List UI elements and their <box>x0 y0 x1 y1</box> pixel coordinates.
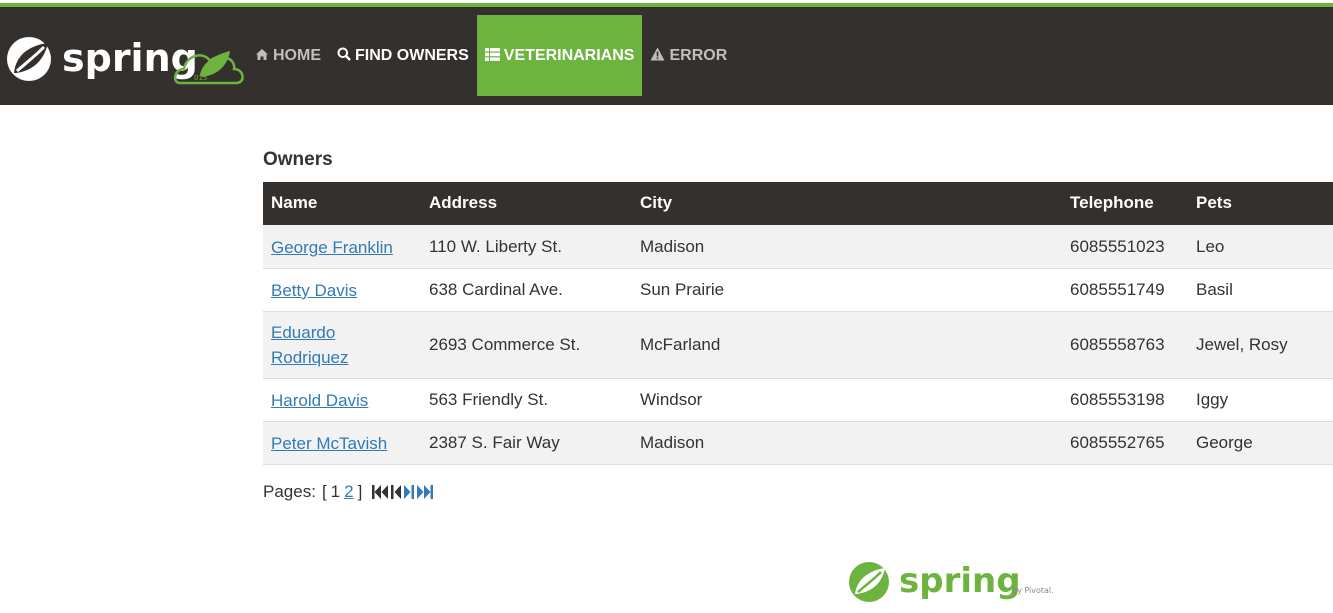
pets-cell: George <box>1188 421 1333 465</box>
pets-cell: Jewel, Rosy <box>1188 311 1333 379</box>
telephone-cell: 6085558763 <box>1062 311 1188 379</box>
page-link-2[interactable]: 2 <box>344 482 353 502</box>
pets-cell: Iggy <box>1188 378 1333 422</box>
nav-veterinarians[interactable]: Veterinarians <box>476 15 643 96</box>
column-header-pets: Pets <box>1188 182 1333 225</box>
column-header-city: City <box>632 182 1062 225</box>
owner-link[interactable]: Harold Davis <box>271 391 368 410</box>
address-cell: 638 Cardinal Ave. <box>421 268 632 312</box>
pets-cell: Basil <box>1188 268 1333 312</box>
main-nav: Home Find owners Veterinarians Error <box>247 15 735 96</box>
address-cell: 110 W. Liberty St. <box>421 224 632 269</box>
telephone-cell: 6085551749 <box>1062 268 1188 312</box>
pets-cell: Leo <box>1188 224 1333 269</box>
footer-logo: spring by Pivotal. <box>847 560 1059 606</box>
svg-text:spring: spring <box>899 561 1021 601</box>
brand-logo[interactable]: spring 015 <box>4 33 246 89</box>
nav-find-owners-label: Find owners <box>355 46 469 64</box>
city-cell: McFarland <box>632 311 1062 379</box>
owner-link[interactable]: Betty Davis <box>271 281 357 300</box>
table-row: George Franklin 110 W. Liberty St. Madis… <box>263 224 1333 269</box>
owners-table: Name Address City Telephone Pets George … <box>263 182 1333 465</box>
city-cell: Sun Prairie <box>632 268 1062 312</box>
column-header-name: Name <box>263 182 421 225</box>
navbar: spring 015 Home Find owners Veterinarian… <box>0 7 1333 105</box>
table-row: Peter McTavish 2387 S. Fair Way Madison … <box>263 421 1333 465</box>
telephone-cell: 6085553198 <box>1062 378 1188 422</box>
nav-error-label: Error <box>669 46 728 64</box>
owner-name-cell: Eduardo Rodriquez <box>263 311 421 379</box>
telephone-cell: 6085551023 <box>1062 224 1188 269</box>
owner-link[interactable]: Peter McTavish <box>271 434 387 453</box>
spring-pivotal-logo-icon: spring by Pivotal. <box>849 561 1054 602</box>
list-icon <box>484 47 500 64</box>
main-content: Owners Name Address City Telephone Pets … <box>263 138 1333 502</box>
next-page-icon[interactable] <box>403 485 415 499</box>
owner-name-cell: Peter McTavish <box>263 421 421 465</box>
telephone-cell: 6085552765 <box>1062 421 1188 465</box>
nav-home-label: Home <box>273 46 321 64</box>
owner-name-cell: George Franklin <box>263 224 421 269</box>
owner-link[interactable]: George Franklin <box>271 238 393 257</box>
last-page-icon[interactable] <box>415 485 434 499</box>
previous-page-icon <box>391 485 402 499</box>
pagination-close-bracket: ] <box>357 482 363 501</box>
city-cell: Madison <box>632 421 1062 465</box>
table-row: Harold Davis 563 Friendly St. Windsor 60… <box>263 378 1333 422</box>
city-cell: Madison <box>632 224 1062 269</box>
first-page-icon <box>372 485 390 499</box>
pagination: Pages: [ 1 2 ] <box>263 482 1333 502</box>
column-header-telephone: Telephone <box>1062 182 1188 225</box>
table-row: Eduardo Rodriquez 2693 Commerce St. McFa… <box>263 311 1333 379</box>
nav-veterinarians-label: Veterinarians <box>503 46 635 64</box>
nav-find-owners[interactable]: Find owners <box>329 15 477 96</box>
address-cell: 2693 Commerce St. <box>421 311 632 379</box>
pagination-controls <box>372 485 434 499</box>
address-cell: 563 Friendly St. <box>421 378 632 422</box>
address-cell: 2387 S. Fair Way <box>421 421 632 465</box>
page-current: 1 <box>330 482 341 501</box>
owner-name-cell: Harold Davis <box>263 378 421 422</box>
table-header-row: Name Address City Telephone Pets <box>263 182 1333 225</box>
table-row: Betty Davis 638 Cardinal Ave. Sun Prairi… <box>263 268 1333 312</box>
home-icon <box>255 48 269 64</box>
owner-name-cell: Betty Davis <box>263 268 421 312</box>
pagination-label: Pages: <box>263 482 316 501</box>
nav-home[interactable]: Home <box>247 15 329 96</box>
page-title: Owners <box>263 149 333 170</box>
column-header-address: Address <box>421 182 632 225</box>
owner-link[interactable]: Eduardo Rodriquez <box>271 320 381 370</box>
pagination-open-bracket: [ <box>321 482 327 501</box>
city-cell: Windsor <box>632 378 1062 422</box>
svg-text:by Pivotal.: by Pivotal. <box>1012 586 1054 595</box>
nav-error[interactable]: Error <box>642 15 735 96</box>
search-icon <box>337 47 351 64</box>
warning-icon <box>650 47 665 64</box>
svg-text:015: 015 <box>194 74 207 82</box>
spring-logo-icon: spring 015 <box>7 36 244 85</box>
